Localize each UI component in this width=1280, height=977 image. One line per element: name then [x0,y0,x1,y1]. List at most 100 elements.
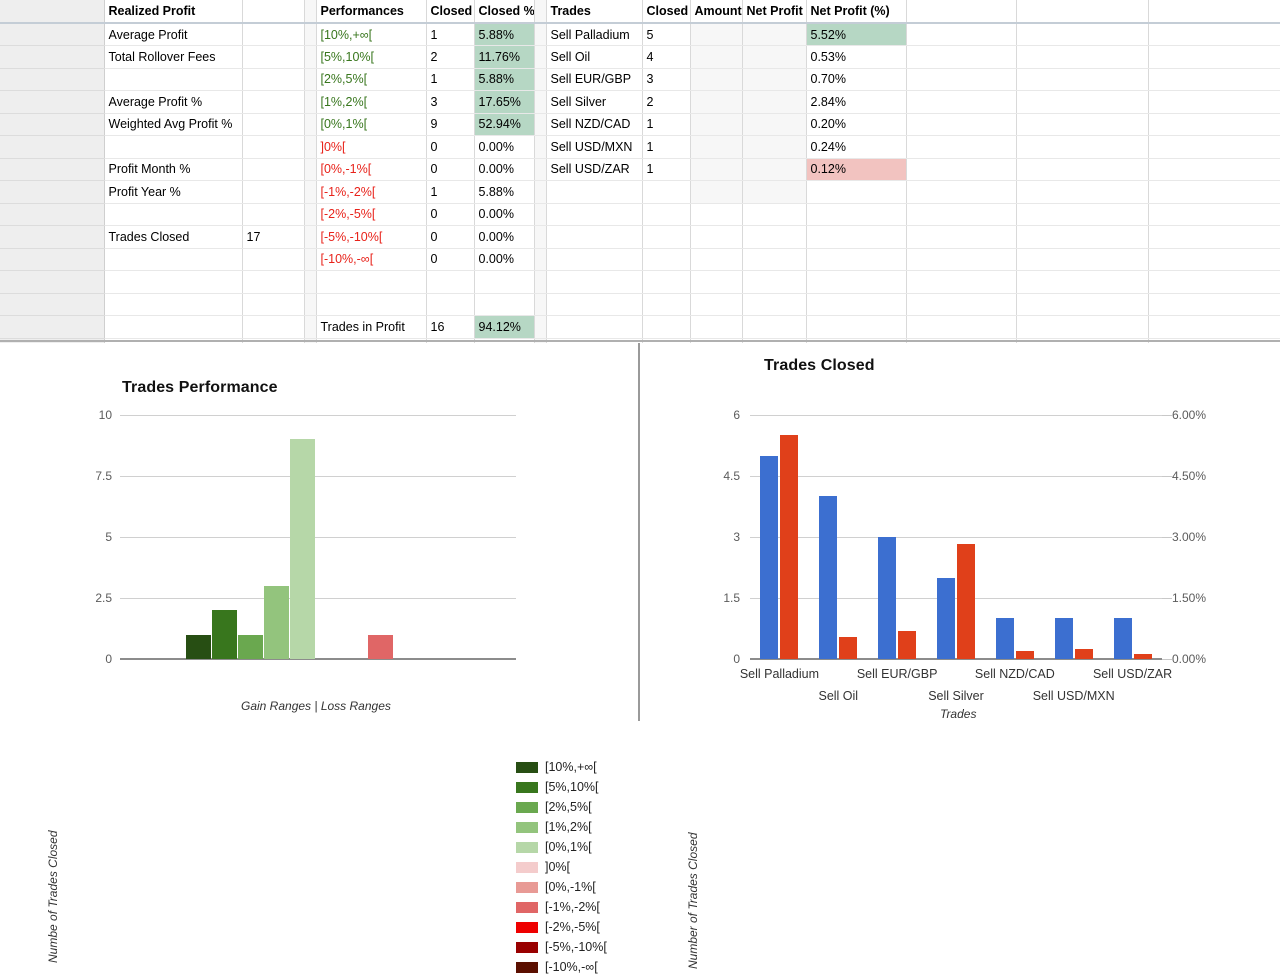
bar-closed-2 [878,537,897,659]
bar-performance-1 [212,610,237,659]
performance-closed-6: 0 [426,158,475,181]
trade-empty [642,225,691,249]
legend-label-1: [5%,10%[ [545,780,599,794]
spare-cell-0 [906,135,1017,159]
trade-empty [546,315,643,339]
y2-tick-right-3: 4.50% [1172,469,1207,483]
trade-amount-5 [690,135,743,159]
realized-profit-label-0: Average Profit [104,23,243,46]
table-row: Trades in Profit 16 94.12% [0,315,1280,339]
spare-cell-0 [906,158,1017,181]
column-band [534,158,547,181]
column-band [304,158,317,181]
realized-profit-label-10 [104,248,243,271]
performance-range-8: [-2%,-5%[ [316,203,427,226]
x-axis-label-right-chart: Trades [940,707,977,721]
spare-cell-2 [1148,180,1280,204]
trade-empty [546,248,643,271]
y-tick-left-0: 0 [105,652,112,666]
realized-profit-value-12 [242,293,305,316]
trade-empty [742,293,807,316]
trade-amount-4 [690,113,743,136]
bar-performance-4 [290,439,315,659]
trade-net-profit-3 [742,90,807,114]
gridline-2 [120,537,516,538]
trade-closed-6: 1 [642,158,691,181]
spare-cell-0 [906,23,1017,46]
legend-label-4: [0%,1%[ [545,840,592,854]
performance-empty [426,270,475,294]
trade-empty [806,203,907,226]
spare-cell-2 [1148,135,1280,159]
y-tick-left-3: 7.5 [95,469,112,483]
legend-label-9: [-5%,-10%[ [545,940,607,954]
x-tick-1: Sell Oil [818,689,859,703]
plot-area-trades-closed [750,415,1162,660]
header-realized-profit: Realized Profit [104,0,243,24]
row-gutter [0,68,105,91]
header-trades-4: Net Profit (%) [806,0,907,24]
performance-range-10: [-10%,-∞[ [316,248,427,271]
spare-cell-0 [906,248,1017,271]
bar-net-profit-0 [780,434,799,659]
spare-cell-0 [906,203,1017,226]
realized-profit-value-9: 17 [242,225,305,249]
performance-closed-3: 3 [426,90,475,114]
spare-cell-1 [1016,270,1149,294]
table-row: ]0%[0 0.00% Sell USD/MXN 1 0.24% [0,135,1280,159]
spare-cell-2 [1148,248,1280,271]
trade-name-0: Sell Palladium [546,23,643,46]
header-empty-0 [906,0,1017,24]
performance-closed-8: 0 [426,203,475,226]
column-band [304,113,317,136]
y2-tick-right-0: 0.00% [1172,652,1207,666]
performance-closed-pct-1: 11.76% [474,45,535,69]
gridline-3 [120,476,516,477]
realized-profit-value-0 [242,23,305,46]
bar-performance-2 [238,634,263,659]
trade-net-profit-4 [742,113,807,136]
chart-panel-trades-closed: Trades Closed ClosedNet Profit (%) Numbe… [640,343,1280,969]
performance-range-2: [2%,5%[ [316,68,427,91]
y-tick-right-3: 4.5 [723,469,740,483]
trade-empty [742,225,807,249]
trade-amount-6 [690,158,743,181]
y2-tick-right-2: 3.00% [1172,530,1207,544]
x-tick-3: Sell Silver [928,689,984,703]
trade-net-profit-pct-2: 0.70% [806,68,907,91]
spare-cell-2 [1148,270,1280,294]
column-band [304,293,317,316]
table-row: [-10%,-∞[0 0.00% [0,248,1280,271]
spare-cell-2 [1148,90,1280,114]
header-empty-1 [1016,0,1149,24]
chart-title-trades-closed: Trades Closed [764,357,875,374]
performance-range-5: ]0%[ [316,135,427,159]
y-axis-label-right-chart: Number of Trades Closed [686,832,700,970]
trade-closed-4: 1 [642,113,691,136]
sheet-bottom-divider [0,340,1280,342]
trade-net-profit-pct-0: 5.52% [806,23,907,46]
trade-empty [690,180,743,204]
row-gutter [0,293,105,316]
trade-net-profit-pct-3: 2.84% [806,90,907,114]
x-tick-4: Sell NZD/CAD [974,667,1055,681]
column-band [534,293,547,316]
bar-closed-1 [819,496,838,659]
row-gutter [0,90,105,114]
gridline-2 [750,537,1162,538]
performance-closed-pct-9: 0.00% [474,225,535,249]
bar-net-profit-5 [1074,649,1093,659]
spare-cell-1 [1016,315,1149,339]
header-performances-2: Closed % [474,0,535,24]
column-band [534,315,547,339]
table-row [0,293,1280,316]
spare-cell-1 [1016,45,1149,69]
realized-profit-label-8 [104,203,243,226]
performance-closed-pct-3: 17.65% [474,90,535,114]
x-tick-0: Sell Palladium [739,667,820,681]
column-band [534,270,547,294]
spare-cell-0 [906,45,1017,69]
spare-cell-1 [1016,180,1149,204]
trade-empty [642,293,691,316]
performance-range-1: [5%,10%[ [316,45,427,69]
